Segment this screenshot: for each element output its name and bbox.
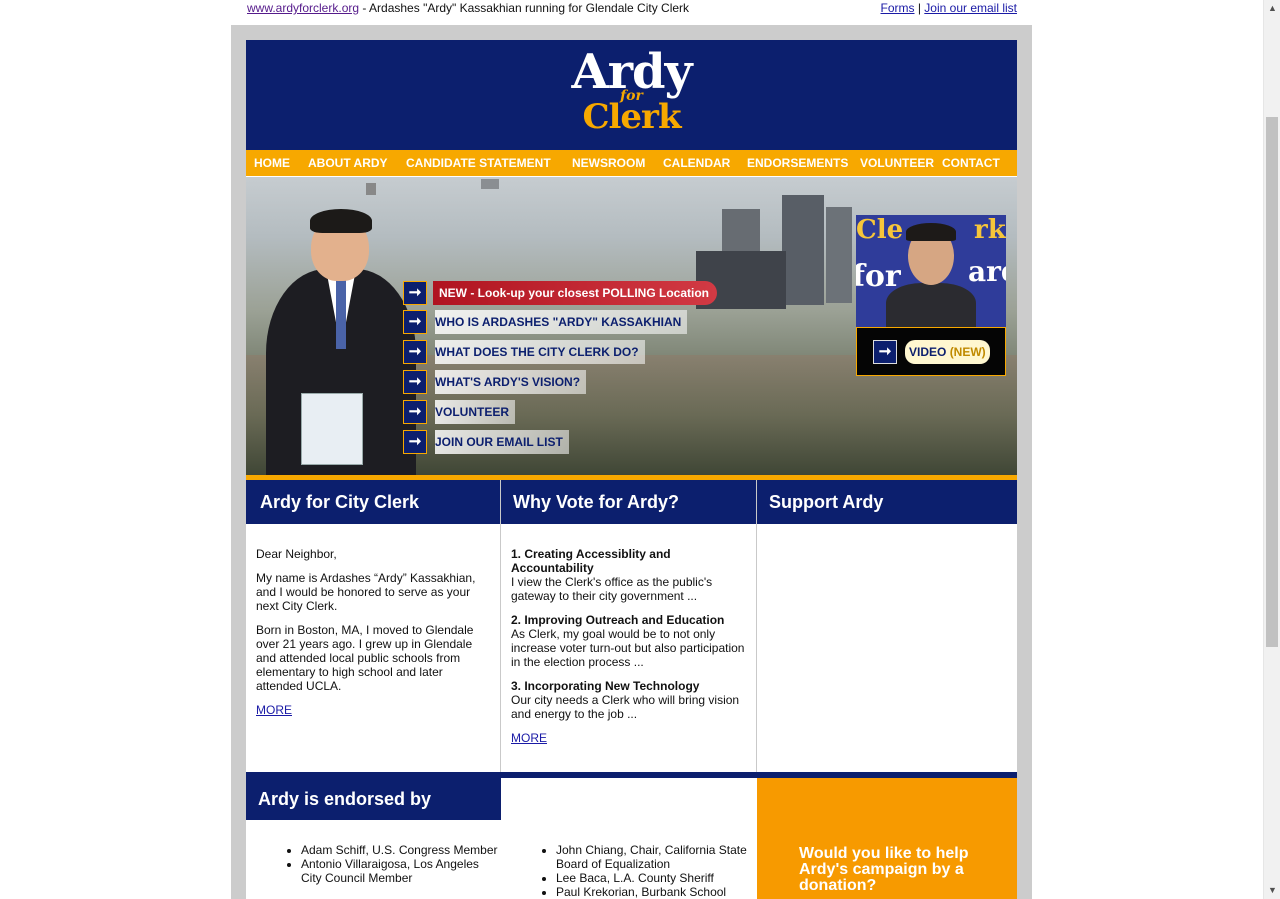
logo-word-clerk: Clerk xyxy=(582,97,681,137)
sign-text: for xyxy=(856,259,901,294)
endorsements-list-right: John Chiang, Chair, California State Boa… xyxy=(538,843,756,899)
col-why-vote: 1. Creating Accessiblity and Accountabil… xyxy=(501,524,756,772)
page-scrollbar[interactable]: ▲ ▼ xyxy=(1263,0,1280,899)
donate-box[interactable]: Would you like to help Ardy's campaign b… xyxy=(757,778,1017,899)
video-thumbnail[interactable]: Cle rk ardy for xyxy=(856,215,1006,328)
video-label: VIDEO (NEW) xyxy=(905,340,990,364)
reason-item: 1. Creating Accessiblity and Accountabil… xyxy=(511,547,749,603)
scroll-thumb[interactable] xyxy=(1266,117,1278,647)
top-info-bar: www.ardyforclerk.org - Ardashes "Ardy" K… xyxy=(247,0,1017,18)
col-title: Ardy for City Clerk xyxy=(260,492,420,512)
endorser-item: Antonio Villaraigosa, Los Angeles City C… xyxy=(301,857,501,885)
nav-contact[interactable]: CONTACT xyxy=(942,150,1000,177)
nav-calendar[interactable]: CALENDAR xyxy=(663,150,730,177)
building-shape xyxy=(481,179,499,189)
endorser-item: Paul Krekorian, Burbank School xyxy=(556,885,756,899)
building-shape xyxy=(826,207,852,303)
reason-heading: 3. Incorporating New Technology xyxy=(511,679,700,693)
endorser-item: John Chiang, Chair, California State Boa… xyxy=(556,843,756,871)
nav-candidate-statement[interactable]: CANDIDATE STATEMENT xyxy=(406,150,551,177)
col-ardy-for-clerk-heading: Ardy for City Clerk xyxy=(246,480,500,524)
arrow-right-icon: ➞ xyxy=(403,370,427,394)
link-separator: | xyxy=(914,1,925,15)
video-text: VIDEO xyxy=(909,345,947,359)
col-support xyxy=(757,524,1017,772)
arrow-right-icon: ➞ xyxy=(403,430,427,454)
nav-volunteer[interactable]: VOLUNTEER xyxy=(860,150,934,177)
arrow-right-icon: ➞ xyxy=(403,281,427,305)
top-left-text: www.ardyforclerk.org - Ardashes "Ardy" K… xyxy=(247,0,689,16)
hero-link-label: JOIN OUR EMAIL LIST xyxy=(435,430,569,454)
reason-item: 3. Incorporating New Technology Our city … xyxy=(511,679,749,721)
video-button[interactable]: ➞ VIDEO (NEW) xyxy=(856,327,1006,376)
endorser-item: Lee Baca, L.A. County Sheriff xyxy=(556,871,756,885)
nav-home[interactable]: HOME xyxy=(254,150,290,177)
video-new-badge: (NEW) xyxy=(949,345,986,359)
site-link[interactable]: www.ardyforclerk.org xyxy=(247,1,359,15)
col-ardy-for-clerk: Dear Neighbor, My name is Ardashes “Ardy… xyxy=(246,524,500,772)
hero-link-label: NEW - Look-up your closest POLLING Locat… xyxy=(433,281,718,305)
reason-item: 2. Improving Outreach and Education As Cl… xyxy=(511,613,749,669)
reason-text: As Clerk, my goal would be to not only i… xyxy=(511,627,745,669)
sign-text: Cle xyxy=(856,215,904,245)
campaign-logo[interactable]: Ardy for Clerk xyxy=(246,48,1017,134)
main-nav: HOME ABOUT ARDY CANDIDATE STATEMENT NEWS… xyxy=(246,150,1017,176)
greeting: Dear Neighbor, xyxy=(256,547,337,561)
intro-paragraph: My name is Ardashes “Ardy” Kassakhian, a… xyxy=(256,571,476,613)
documents-held xyxy=(301,393,363,465)
forms-link[interactable]: Forms xyxy=(881,1,915,15)
endorser-item: Adam Schiff, U.S. Congress Member xyxy=(301,843,501,857)
endorsements-list-left: Adam Schiff, U.S. Congress Member Antoni… xyxy=(283,843,501,885)
col2-more-link[interactable]: MORE xyxy=(511,731,547,745)
hero-link-label: VOLUNTEER xyxy=(435,400,516,424)
reason-heading: 2. Improving Outreach and Education xyxy=(511,613,725,627)
col-title: Support Ardy xyxy=(769,492,884,512)
arrow-right-icon: ➞ xyxy=(403,310,427,334)
endorsements-heading: Ardy is endorsed by xyxy=(246,778,501,820)
arrow-right-icon: ➞ xyxy=(403,340,427,364)
building-shape xyxy=(782,195,824,305)
hero-link-label: WHO IS ARDASHES "ARDY" KASSAKHIAN xyxy=(435,310,688,334)
top-right-links: Forms | Join our email list xyxy=(881,0,1018,16)
sign-text: rk xyxy=(974,215,1006,245)
reason-heading: 1. Creating Accessiblity and Accountabil… xyxy=(511,547,671,575)
hero-link-label: WHAT'S ARDY'S VISION? xyxy=(435,370,587,394)
donate-question: Would you like to help Ardy's campaign b… xyxy=(799,845,969,894)
col-title: Why Vote for Ardy? xyxy=(513,492,679,512)
arrow-right-icon: ➞ xyxy=(873,340,897,364)
bio-paragraph: Born in Boston, MA, I moved to Glendale … xyxy=(256,623,474,693)
col-why-vote-heading: Why Vote for Ardy? xyxy=(501,480,756,524)
scroll-down-icon[interactable]: ▼ xyxy=(1264,882,1280,899)
nav-about-ardy[interactable]: ABOUT ARDY xyxy=(308,150,388,177)
endorsements-title: Ardy is endorsed by xyxy=(258,789,432,809)
building-shape xyxy=(366,183,376,195)
sign-text: ardy xyxy=(968,255,1006,288)
col1-more-link[interactable]: MORE xyxy=(256,703,292,717)
site-header: Ardy for Clerk xyxy=(246,40,1017,150)
hero-link-label: WHAT DOES THE CITY CLERK DO? xyxy=(435,340,645,364)
arrow-right-icon: ➞ xyxy=(403,400,427,424)
scroll-up-icon[interactable]: ▲ xyxy=(1264,0,1280,17)
col-support-heading: Support Ardy xyxy=(757,480,1017,524)
reason-text: I view the Clerk's office as the public'… xyxy=(511,575,713,603)
nav-endorsements[interactable]: ENDORSEMENTS xyxy=(747,150,848,177)
speaker-hair xyxy=(906,223,956,241)
nav-newsroom[interactable]: NEWSROOM xyxy=(572,150,645,177)
tagline: - Ardashes "Ardy" Kassakhian running for… xyxy=(359,1,690,15)
join-email-link[interactable]: Join our email list xyxy=(924,1,1017,15)
reason-text: Our city needs a Clerk who will bring vi… xyxy=(511,693,740,721)
speaker-suit xyxy=(886,283,976,328)
